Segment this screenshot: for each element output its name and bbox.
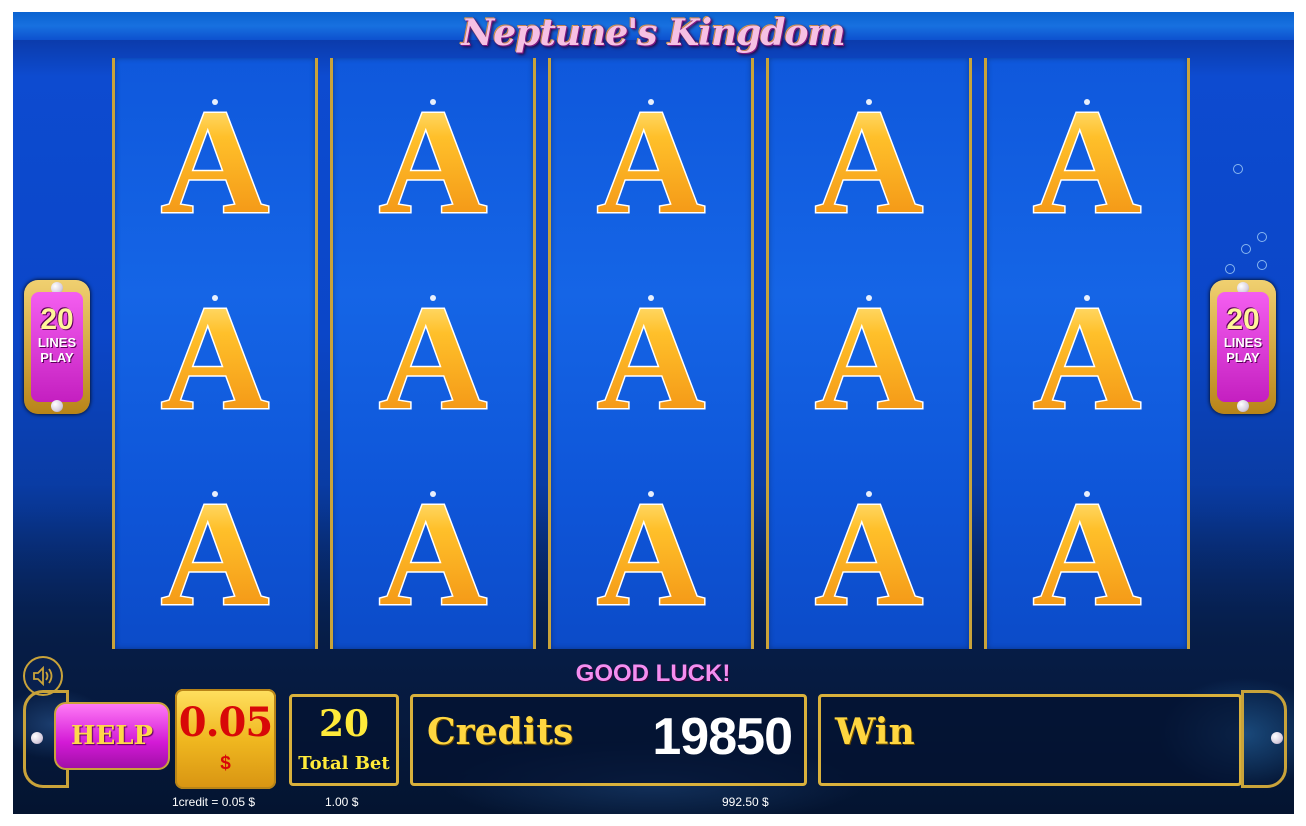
- reel-symbol-a: A: [1019, 274, 1155, 443]
- reel-symbol-a: A: [801, 470, 937, 639]
- lines-count: 20: [1226, 303, 1260, 336]
- reel-symbol-a: A: [365, 274, 501, 443]
- reel-2: AAA: [330, 58, 536, 649]
- letter-a-icon: A: [1031, 78, 1142, 247]
- play-label: PLAY: [1226, 350, 1260, 365]
- credits-amount: 992.50 $: [722, 795, 769, 809]
- bubble-icon: [1225, 264, 1235, 274]
- lines-label: LINES: [37, 335, 77, 350]
- pearl-icon: [1271, 732, 1283, 744]
- denomination-currency: $: [220, 753, 231, 774]
- pearl-icon: [51, 400, 63, 412]
- lines-count: 20: [40, 303, 74, 336]
- total-bet-button[interactable]: 20 Total Bet: [289, 694, 399, 786]
- letter-a-icon: A: [595, 78, 706, 247]
- win-label: Win: [835, 711, 915, 753]
- denomination-value: 0.05: [178, 699, 273, 746]
- reel-symbol-a: A: [1019, 470, 1155, 639]
- pearl-icon: [31, 732, 43, 744]
- reel-symbol-a: A: [583, 470, 719, 639]
- reel-symbol-a: A: [801, 78, 937, 247]
- total-bet-amount: 1.00 $: [325, 795, 359, 809]
- letter-a-icon: A: [595, 274, 706, 443]
- reel-4: AAA: [766, 58, 972, 649]
- reel-5: AAA: [984, 58, 1190, 649]
- letter-a-icon: A: [1031, 470, 1142, 639]
- reel-1: AAA: [112, 58, 318, 649]
- credits-panel: Credits 19850: [410, 694, 807, 786]
- letter-a-icon: A: [159, 78, 270, 247]
- speaker-icon: [33, 666, 53, 686]
- total-bet-value: 20: [318, 703, 370, 745]
- status-message: GOOD LUCK!: [575, 660, 731, 687]
- reel-symbol-a: A: [583, 78, 719, 247]
- bubble-icon: [1233, 164, 1243, 174]
- letter-a-icon: A: [595, 470, 706, 639]
- letter-a-icon: A: [1031, 274, 1142, 443]
- pearl-icon: [1237, 400, 1249, 412]
- reel-symbol-a: A: [583, 274, 719, 443]
- bubble-icon: [1257, 232, 1267, 242]
- bubble-icon: [1257, 260, 1267, 270]
- letter-a-icon: A: [159, 274, 270, 443]
- game-title-logo: Neptune's Kingdom: [461, 12, 845, 54]
- reel-3: AAA: [548, 58, 754, 649]
- lines-indicator-left: 20 LINES PLAY: [24, 280, 90, 414]
- bubble-icon: [1241, 244, 1251, 254]
- slot-game-screen: Neptune's Kingdom AAAAAAAAAAAAAAA 20 LIN…: [13, 12, 1294, 814]
- reel-symbol-a: A: [147, 470, 283, 639]
- lines-label: LINES: [1223, 335, 1263, 350]
- letter-a-icon: A: [159, 470, 270, 639]
- play-label: PLAY: [40, 350, 74, 365]
- letter-a-icon: A: [377, 470, 488, 639]
- reel-symbol-a: A: [365, 78, 501, 247]
- credits-label: Credits: [427, 711, 574, 753]
- letter-a-icon: A: [813, 470, 924, 639]
- reel-symbol-a: A: [365, 470, 501, 639]
- help-button[interactable]: HELP: [54, 702, 170, 770]
- reel-symbol-a: A: [1019, 78, 1155, 247]
- reel-symbol-a: A: [801, 274, 937, 443]
- lines-indicator-right: 20 LINES PLAY: [1210, 280, 1276, 414]
- credits-value: 19850: [652, 708, 793, 766]
- credit-conversion-note: 1credit = 0.05 $: [172, 795, 256, 809]
- total-bet-label: Total Bet: [298, 753, 390, 774]
- letter-a-icon: A: [813, 274, 924, 443]
- reel-symbol-a: A: [147, 274, 283, 443]
- help-group: HELP: [23, 690, 170, 788]
- reel-symbol-a: A: [147, 78, 283, 247]
- denomination-button[interactable]: 0.05 $: [175, 689, 276, 789]
- win-panel: Win: [818, 694, 1242, 786]
- letter-a-icon: A: [377, 78, 488, 247]
- letter-a-icon: A: [813, 78, 924, 247]
- letter-a-icon: A: [377, 274, 488, 443]
